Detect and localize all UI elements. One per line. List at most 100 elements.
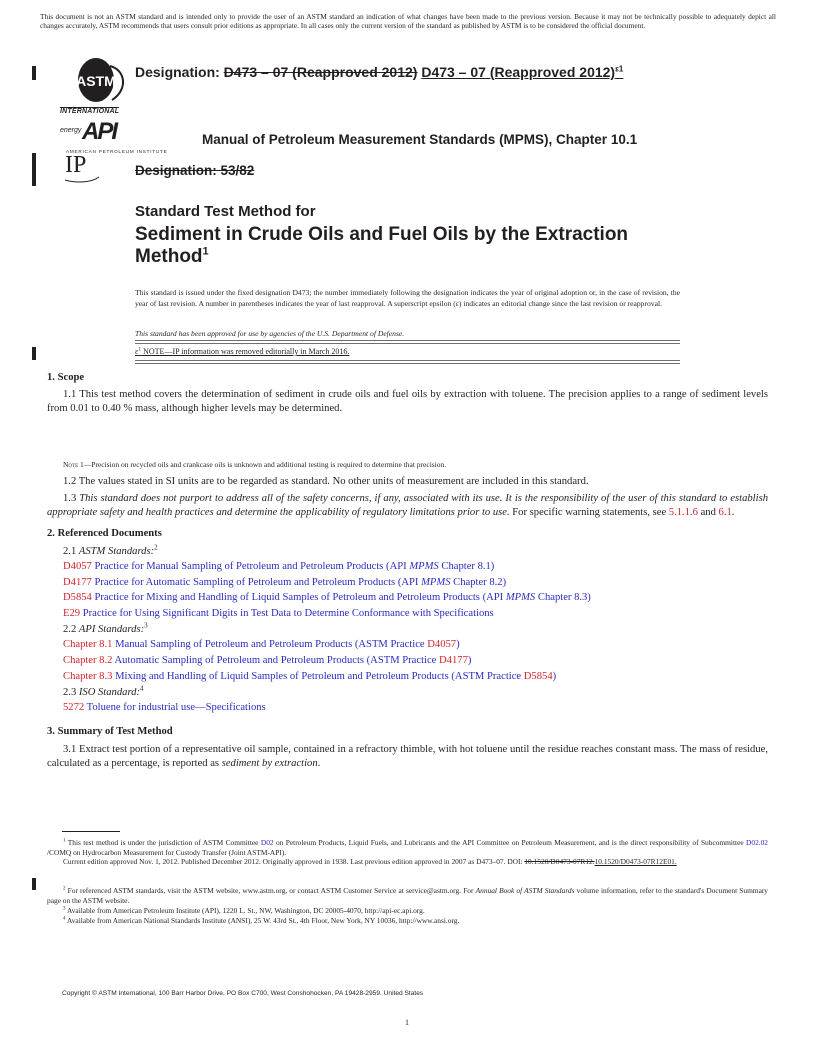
p3-1-text: 3.1 Extract test portion of a representa… bbox=[47, 744, 768, 769]
ip-designation-old: Designation: 53/82 bbox=[135, 163, 255, 178]
footnote-ref: 2 bbox=[154, 543, 158, 552]
divider bbox=[135, 343, 680, 344]
footnote-ref: 4 bbox=[140, 684, 144, 693]
note-label: Note bbox=[63, 460, 79, 469]
reference-end: ) bbox=[467, 655, 472, 666]
epsilon-note-text: NOTE—IP information was removed editoria… bbox=[141, 347, 350, 356]
change-bar bbox=[32, 66, 36, 80]
api-standards-label: 2.2 API Standards:3 bbox=[63, 621, 148, 637]
subsection-label: ASTM Standards: bbox=[78, 546, 155, 557]
reference-astm-link[interactable]: D5854 bbox=[524, 671, 553, 682]
designation-label: Designation: bbox=[135, 64, 224, 80]
footnote-1-para: 1 This test method is under the jurisdic… bbox=[47, 838, 768, 857]
copyright: Copyright © ASTM International, 100 Barr… bbox=[62, 990, 424, 997]
paragraph-3-1: 3.1 Extract test portion of a representa… bbox=[47, 743, 768, 771]
link-d02[interactable]: D02 bbox=[261, 838, 274, 847]
subsection-label: API Standards: bbox=[78, 624, 145, 635]
ref-text: Practice for Using Significant Digits in… bbox=[80, 607, 494, 619]
reference-code-link[interactable]: D4177 bbox=[63, 577, 92, 588]
reference-title-link[interactable]: Practice for Mixing and Handling of Liqu… bbox=[91, 592, 591, 603]
section-heading-summary: 3. Summary of Test Method bbox=[47, 726, 173, 737]
reference-code-link[interactable]: Chapter 8.2 bbox=[63, 655, 112, 666]
and-text: and bbox=[697, 507, 719, 518]
section-heading-scope: 1. Scope bbox=[47, 372, 85, 383]
footnote-4-para: 4 Available from American National Stand… bbox=[47, 916, 768, 926]
reference-code-link[interactable]: Chapter 8.3 bbox=[63, 671, 112, 682]
reference-astm-link[interactable]: D4057 bbox=[427, 639, 456, 650]
ip-swoosh-icon bbox=[64, 176, 100, 183]
p1-3-num: 1.3 bbox=[63, 493, 80, 504]
reference-code-link[interactable]: 5272 bbox=[63, 702, 84, 713]
p3-1-italic: sediment by extraction bbox=[221, 758, 318, 769]
fn-text: /COMQ on Hydrocarbon Measurement for Cus… bbox=[47, 847, 287, 857]
reference-end: ) bbox=[552, 671, 557, 682]
reference-code-link[interactable]: D4057 bbox=[63, 561, 92, 572]
ref-text: Chapter 8.3) bbox=[535, 592, 591, 603]
reference-title-link[interactable]: Toluene for industrial use—Specification… bbox=[84, 702, 266, 713]
reference-title-link[interactable]: Automatic Sampling of Petroleum and Petr… bbox=[112, 655, 439, 666]
footnote-4: 4 Available from American National Stand… bbox=[47, 916, 768, 926]
fn-text: Current edition approved Nov. 1, 2012. P… bbox=[63, 857, 525, 867]
epsilon-note: ε1 NOTE—IP information was removed edito… bbox=[135, 347, 349, 356]
api-reference: Chapter 8.2 Automatic Sampling of Petrol… bbox=[63, 654, 471, 668]
reference-title-link[interactable]: Mixing and Handling of Liquid Samples of… bbox=[112, 671, 523, 682]
fn-text: Available from American National Standar… bbox=[65, 916, 460, 925]
reference-astm-link[interactable]: D4177 bbox=[439, 655, 468, 666]
reference-title-link[interactable]: Practice for Automatic Sampling of Petro… bbox=[92, 577, 506, 588]
reference-title-link[interactable]: Practice for Manual Sampling of Petroleu… bbox=[91, 561, 495, 572]
section-heading-referenced-documents: 2. Referenced Documents bbox=[47, 528, 162, 539]
designation-epsilon: ε1 bbox=[615, 64, 624, 74]
paragraph-1-3: 1.3 This standard does not purport to ad… bbox=[47, 492, 768, 520]
reference-code-link[interactable]: Chapter 8.1 bbox=[63, 639, 112, 650]
designation: Designation: D473 – 07 (Reapproved 2012)… bbox=[135, 64, 623, 80]
footnote-rule bbox=[62, 831, 120, 832]
astm-reference: E29 Practice for Using Significant Digit… bbox=[63, 607, 494, 621]
astm-reference: D4177 Practice for Automatic Sampling of… bbox=[63, 576, 506, 590]
divider bbox=[135, 340, 680, 341]
link-5-1-1-6[interactable]: 5.1.1.6 bbox=[669, 507, 698, 518]
fn-italic: Annual Book of ASTM Standards bbox=[475, 886, 575, 895]
fn-text: on Petroleum Products, Liquid Fuels, and… bbox=[273, 838, 747, 847]
footnote-ref: 3 bbox=[144, 621, 148, 630]
divider bbox=[135, 363, 680, 364]
subsection-num: 2.1 bbox=[63, 546, 79, 557]
designation-new: D473 – 07 (Reapproved 2012)ε1 bbox=[421, 64, 623, 80]
astm-reference: D4057 Practice for Manual Sampling of Pe… bbox=[63, 560, 494, 574]
footnote-1: 1 This test method is under the jurisdic… bbox=[47, 838, 768, 867]
astm-standards-label: 2.1 ASTM Standards:2 bbox=[63, 543, 158, 559]
reference-code-link[interactable]: E29 bbox=[63, 608, 80, 619]
ref-italic: MPMS bbox=[421, 576, 451, 588]
divider bbox=[135, 360, 680, 361]
ref-text: Practice for Manual Sampling of Petroleu… bbox=[91, 561, 410, 572]
iso-standard-label: 2.3 ISO Standard:4 bbox=[63, 684, 144, 700]
ref-text: Practice for Automatic Sampling of Petro… bbox=[91, 576, 422, 588]
iso-reference: 5272 Toluene for industrial use—Specific… bbox=[63, 701, 266, 715]
footnote-3-para: 3 Available from American Petroleum Inst… bbox=[47, 906, 768, 916]
svg-text:ASTM: ASTM bbox=[76, 73, 116, 89]
api-reference: Chapter 8.3 Mixing and Handling of Liqui… bbox=[63, 670, 556, 684]
astm-emblem-icon: ASTM bbox=[76, 58, 124, 102]
designation-new-text: D473 – 07 (Reapproved 2012) bbox=[421, 64, 616, 80]
title-main: Sediment in Crude Oils and Fuel Oils by … bbox=[135, 224, 629, 267]
link-d02-02[interactable]: D02.02 bbox=[746, 838, 768, 847]
reference-code-link[interactable]: D5854 bbox=[63, 592, 92, 603]
ip-logo: IP bbox=[63, 152, 103, 186]
footnote-2-para: 2 For referenced ASTM standards, visit t… bbox=[47, 886, 768, 905]
ref-text: Chapter 8.2) bbox=[450, 576, 507, 588]
ref-text: Practice for Mixing and Handling of Liqu… bbox=[91, 592, 506, 603]
api-energy-text: energy bbox=[60, 127, 82, 134]
astm-logo: ASTM INTERNATIONAL bbox=[60, 56, 132, 118]
change-bar bbox=[32, 153, 36, 186]
subsection-num: 2.2 bbox=[63, 624, 79, 635]
fn-text: For referenced ASTM standards, visit the… bbox=[65, 886, 476, 895]
change-bar bbox=[32, 878, 36, 890]
reference-end: ) bbox=[456, 639, 460, 650]
ref-text: Chapter 8.1) bbox=[438, 561, 495, 572]
astm-logo-label: INTERNATIONAL bbox=[60, 107, 120, 115]
reference-title-link[interactable]: Practice for Using Significant Digits in… bbox=[80, 608, 494, 619]
link-6-1[interactable]: 6.1 bbox=[719, 507, 732, 518]
end-punct: . bbox=[731, 507, 735, 518]
api-mark: API bbox=[82, 118, 118, 145]
reference-title-link[interactable]: Manual Sampling of Petroleum and Petrole… bbox=[112, 639, 427, 650]
subsection-label: ISO Standard: bbox=[78, 687, 140, 698]
